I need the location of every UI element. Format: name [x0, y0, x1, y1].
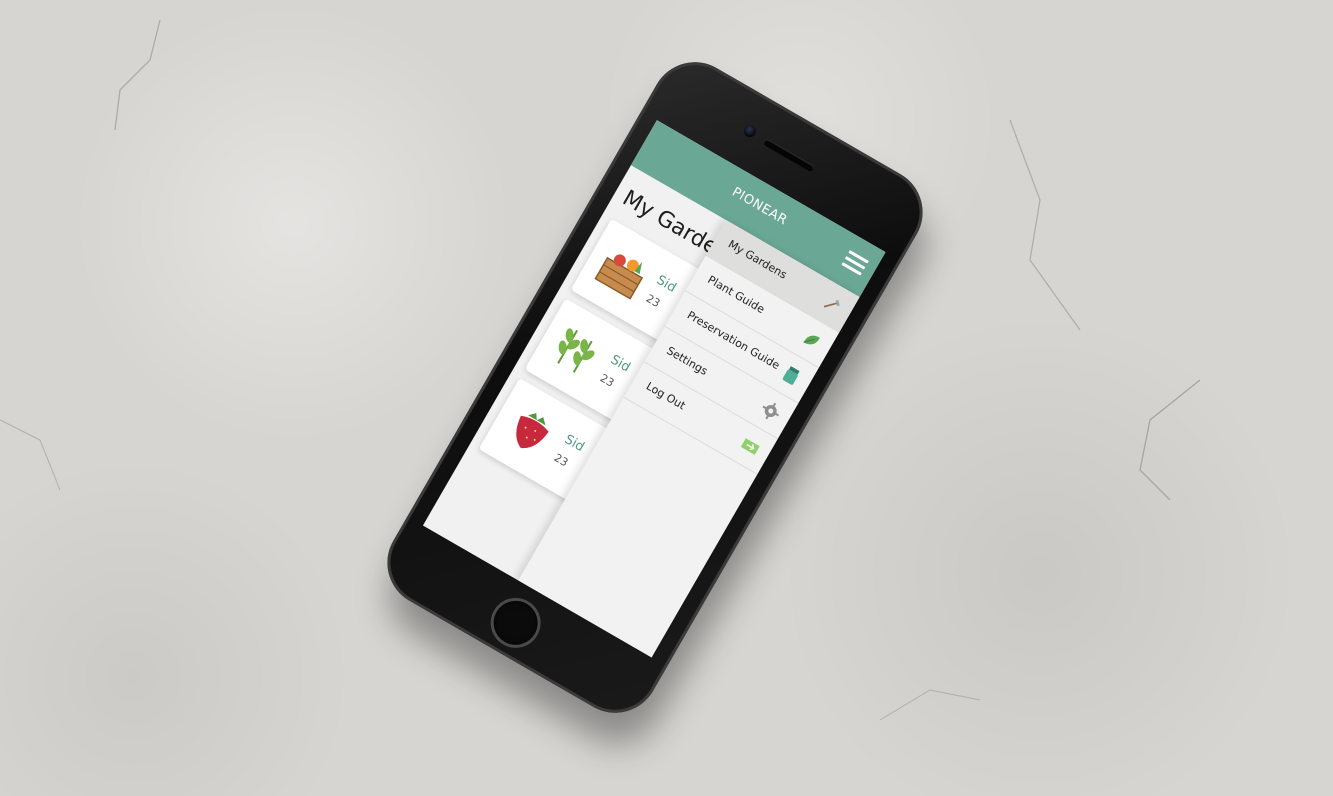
crate-icon: [594, 254, 644, 300]
garden-name: Sid: [653, 272, 679, 296]
menu-item-label: Log Out: [643, 379, 688, 413]
leaf-icon: [803, 335, 820, 345]
garden-meta: 23: [597, 371, 617, 390]
menu-item-label: Settings: [664, 344, 710, 378]
shovel-icon: [823, 299, 840, 308]
exit-icon: [740, 438, 760, 455]
garden-name: Sid: [561, 432, 587, 456]
garden-meta: 23: [643, 291, 663, 311]
gear-icon: [762, 402, 780, 420]
garden-name: Sid: [607, 352, 633, 376]
strawberry-icon: [516, 413, 549, 449]
garden-meta: 23: [551, 451, 571, 470]
jar-icon: [782, 366, 800, 385]
wheat-icon: [557, 328, 595, 373]
